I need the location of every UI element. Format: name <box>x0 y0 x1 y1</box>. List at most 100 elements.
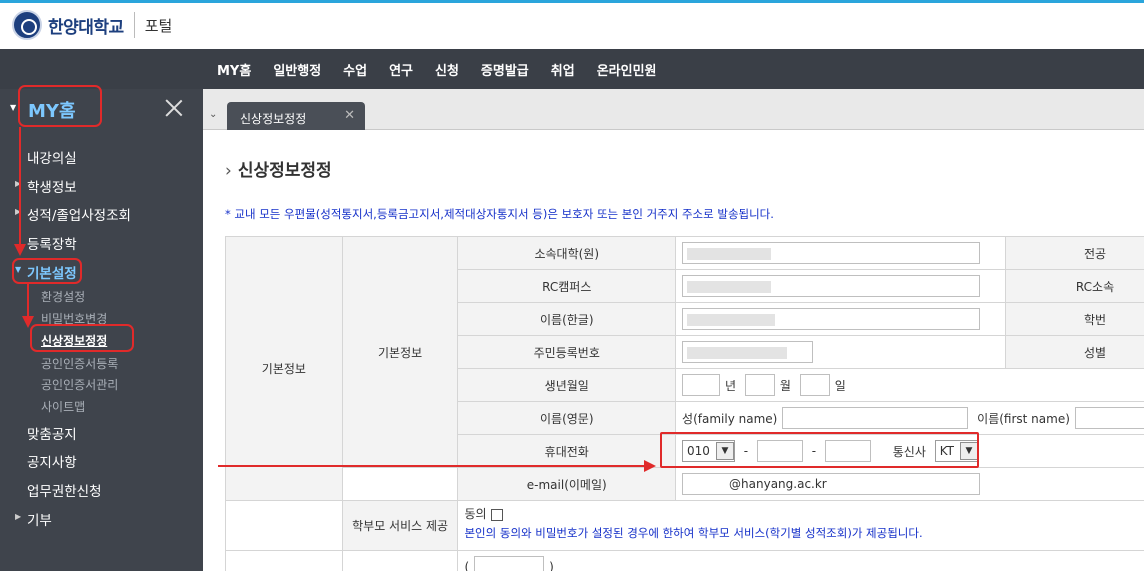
logo[interactable]: 한양대학교 포털 <box>12 10 172 40</box>
nav-my-home[interactable]: MY홈 <box>206 60 262 79</box>
sidebar-item-student-info[interactable]: ▶학생정보 <box>15 176 77 196</box>
section-header: 기본정보 <box>225 236 343 501</box>
sidebar-item-label: 성적/졸업사정조회 <box>27 208 131 224</box>
month-unit: 월 <box>779 378 791 393</box>
consent-checkbox[interactable] <box>490 508 503 521</box>
annotation-box-personal-info <box>30 324 134 352</box>
table-row: 기본정보 기본정보 소속대학(원) 전공 <box>225 236 1144 501</box>
first-name-label: 이름(first name) <box>977 411 1070 426</box>
label-rc-affil: RC소속 <box>1005 269 1144 303</box>
value-name-en: 성(family name) 이름(first name) <box>675 401 1144 435</box>
university-seal-icon <box>12 10 42 40</box>
consent-label: 동의 <box>464 507 487 521</box>
page-title-text: 신상정보정정 <box>237 161 332 181</box>
value-next-row: () <box>457 550 1144 571</box>
university-name: 한양대학교 <box>48 17 124 38</box>
annotation-box-mobile <box>660 432 979 468</box>
mail-notice: * 교내 모든 우편물(성적통지서,등록금고지서,제적대상자통지서 등)은 보호… <box>225 207 774 221</box>
label-parent-service: 학부모 서비스 제공 <box>341 500 459 551</box>
home-caret-icon: ▼ <box>10 103 17 112</box>
sidebar-item-permission-request[interactable]: 업무권한신청 <box>27 480 102 500</box>
label-major: 전공 <box>1005 236 1144 270</box>
table-row: 학부모 서비스 제공 동의 본인의 동의와 비밀번호가 설정된 경우에 한하여 … <box>225 500 1144 551</box>
empty-cell <box>341 467 459 501</box>
postal-field[interactable] <box>474 556 545 571</box>
nav-research[interactable]: 연구 <box>378 60 424 79</box>
nav-employment[interactable]: 취업 <box>540 60 586 79</box>
annotation-arrow-head-icon <box>14 244 26 256</box>
main-nav: MY홈 일반행정 수업 연구 신청 증명발급 취업 온라인민원 <box>0 49 1144 89</box>
rc-campus-field <box>682 275 981 297</box>
tab-close-icon[interactable]: ✕ <box>344 108 355 123</box>
label-rc-campus: RC캠퍼스 <box>457 269 677 303</box>
empty-cell <box>341 550 459 571</box>
sidebar-close-icon[interactable] <box>164 98 184 118</box>
value-resident-no <box>675 335 1007 369</box>
birth-day-field <box>799 374 830 396</box>
nav-online-services[interactable]: 온라인민원 <box>586 60 668 79</box>
label-email: e-mail(이메일) <box>457 467 677 501</box>
birth-year-field <box>682 374 721 396</box>
value-birth: 년 월 일 <box>675 368 1144 402</box>
value-email: @hanyang.ac.kr <box>675 467 1144 501</box>
nav-application[interactable]: 신청 <box>424 60 470 79</box>
sidebar-item-grades[interactable]: ▶성적/졸업사정조회 <box>15 204 131 224</box>
annotation-arrow-head-icon <box>22 316 34 328</box>
label-name-kr: 이름(한글) <box>457 302 677 336</box>
day-unit: 일 <box>834 378 846 393</box>
annotation-box-home <box>18 85 102 127</box>
personal-info-table: 기본정보 기본정보 소속대학(원) 전공 RC캠퍼스 RC소속 이름(한글) 학… <box>225 236 1144 571</box>
sidebar-subitem-cert-register[interactable]: 공인인증서등록 <box>41 355 118 372</box>
sidebar-item-my-classroom[interactable]: 내강의실 <box>27 147 77 167</box>
sidebar-subitem-preferences[interactable]: 환경설정 <box>41 288 85 305</box>
birth-month-field <box>744 374 775 396</box>
tab-strip: ⌄ 신상정보정정 ✕ <box>203 89 1144 130</box>
page-title: › 신상정보정정 <box>225 156 332 181</box>
nav-classes[interactable]: 수업 <box>332 60 378 79</box>
portal-label: 포털 <box>144 16 173 35</box>
table-row: e-mail(이메일) @hanyang.ac.kr <box>226 467 1144 501</box>
consent-note: 본인의 동의와 비밀번호가 설정된 경우에 한하여 학부모 서비스(학기별 성적… <box>464 526 923 540</box>
sidebar-item-announcements[interactable]: 공지사항 <box>27 451 77 471</box>
college-field <box>682 242 981 264</box>
label-college: 소속대학(원) <box>457 236 677 270</box>
caret-right-icon: ▶ <box>15 512 22 521</box>
logo-divider <box>133 12 135 38</box>
subsection-header: 기본정보 <box>341 236 459 468</box>
sidebar-item-tuition[interactable]: 등록장학 <box>27 233 77 253</box>
resident-no-field <box>682 341 814 363</box>
sidebar-subitem-cert-manage[interactable]: 공인인증서관리 <box>41 376 118 393</box>
label-mobile: 휴대전화 <box>457 434 677 468</box>
tab-list-chevron-icon[interactable]: ⌄ <box>209 109 217 120</box>
sidebar-item-label: 학생정보 <box>27 180 77 196</box>
label-gender: 성별 <box>1005 335 1144 369</box>
nav-certificates[interactable]: 증명발급 <box>470 60 540 79</box>
email-field[interactable]: @hanyang.ac.kr <box>682 473 981 495</box>
nav-general-admin[interactable]: 일반행정 <box>262 60 332 79</box>
label-name-en: 이름(영문) <box>457 401 677 435</box>
annotation-pointer-line <box>218 465 646 467</box>
label-student-no: 학번 <box>1005 302 1144 336</box>
sidebar-item-label: 기부 <box>27 513 52 529</box>
empty-cell <box>225 550 343 571</box>
first-name-input[interactable] <box>1074 407 1144 429</box>
empty-cell <box>225 500 343 551</box>
sidebar-item-custom-notice[interactable]: 맞춤공지 <box>27 423 77 443</box>
year-unit: 년 <box>725 378 737 393</box>
name-kr-field <box>682 308 981 330</box>
sidebar-item-donation[interactable]: ▶ 기부 <box>15 509 52 529</box>
label-resident-no: 주민등록번호 <box>457 335 677 369</box>
annotation-pointer-head-icon <box>644 460 656 472</box>
paren-open: ( <box>464 560 470 571</box>
paren-close: ) <box>549 560 554 571</box>
main-content: › 신상정보정정 * 교내 모든 우편물(성적통지서,등록금고지서,제적대상자통지… <box>203 130 1144 571</box>
chevron-right-icon: › <box>225 161 232 181</box>
annotation-arrow-line <box>19 127 21 250</box>
label-birth: 생년월일 <box>457 368 677 402</box>
value-parent-service: 동의 본인의 동의와 비밀번호가 설정된 경우에 한하여 학부모 서비스(학기별… <box>457 500 1144 551</box>
family-name-input[interactable] <box>782 407 969 429</box>
sidebar-subitem-sitemap[interactable]: 사이트맵 <box>41 398 85 415</box>
tab-personal-info[interactable]: 신상정보정정 ✕ <box>227 102 365 130</box>
value-rc-campus <box>675 269 1007 303</box>
site-header: 한양대학교 포털 <box>0 3 1144 49</box>
